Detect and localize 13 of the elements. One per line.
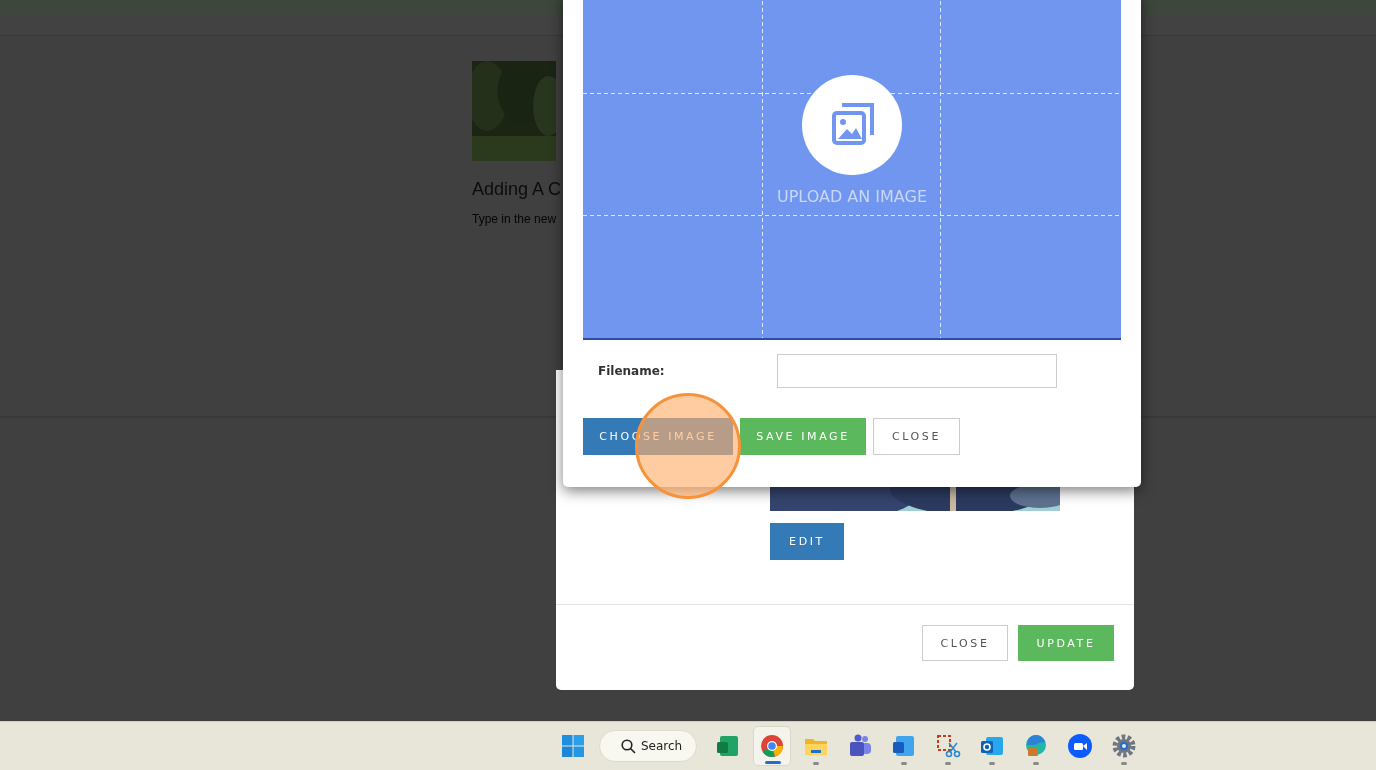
- update-button[interactable]: UPDATE: [1018, 625, 1114, 661]
- filename-label: Filename:: [598, 364, 666, 378]
- close-button[interactable]: CLOSE: [922, 625, 1008, 661]
- browser-icon[interactable]: [753, 726, 791, 766]
- search-icon: [621, 738, 636, 754]
- save-image-button[interactable]: SAVE IMAGE: [740, 418, 866, 455]
- upload-label: UPLOAD AN IMAGE: [776, 187, 928, 206]
- filename-field[interactable]: [777, 354, 1057, 388]
- search-field[interactable]: Search: [599, 730, 697, 762]
- edit-button[interactable]: EDIT: [770, 523, 844, 560]
- close-button[interactable]: CLOSE: [873, 418, 960, 455]
- search-label: Search: [641, 739, 683, 753]
- article-text: Type in the new: [472, 212, 557, 226]
